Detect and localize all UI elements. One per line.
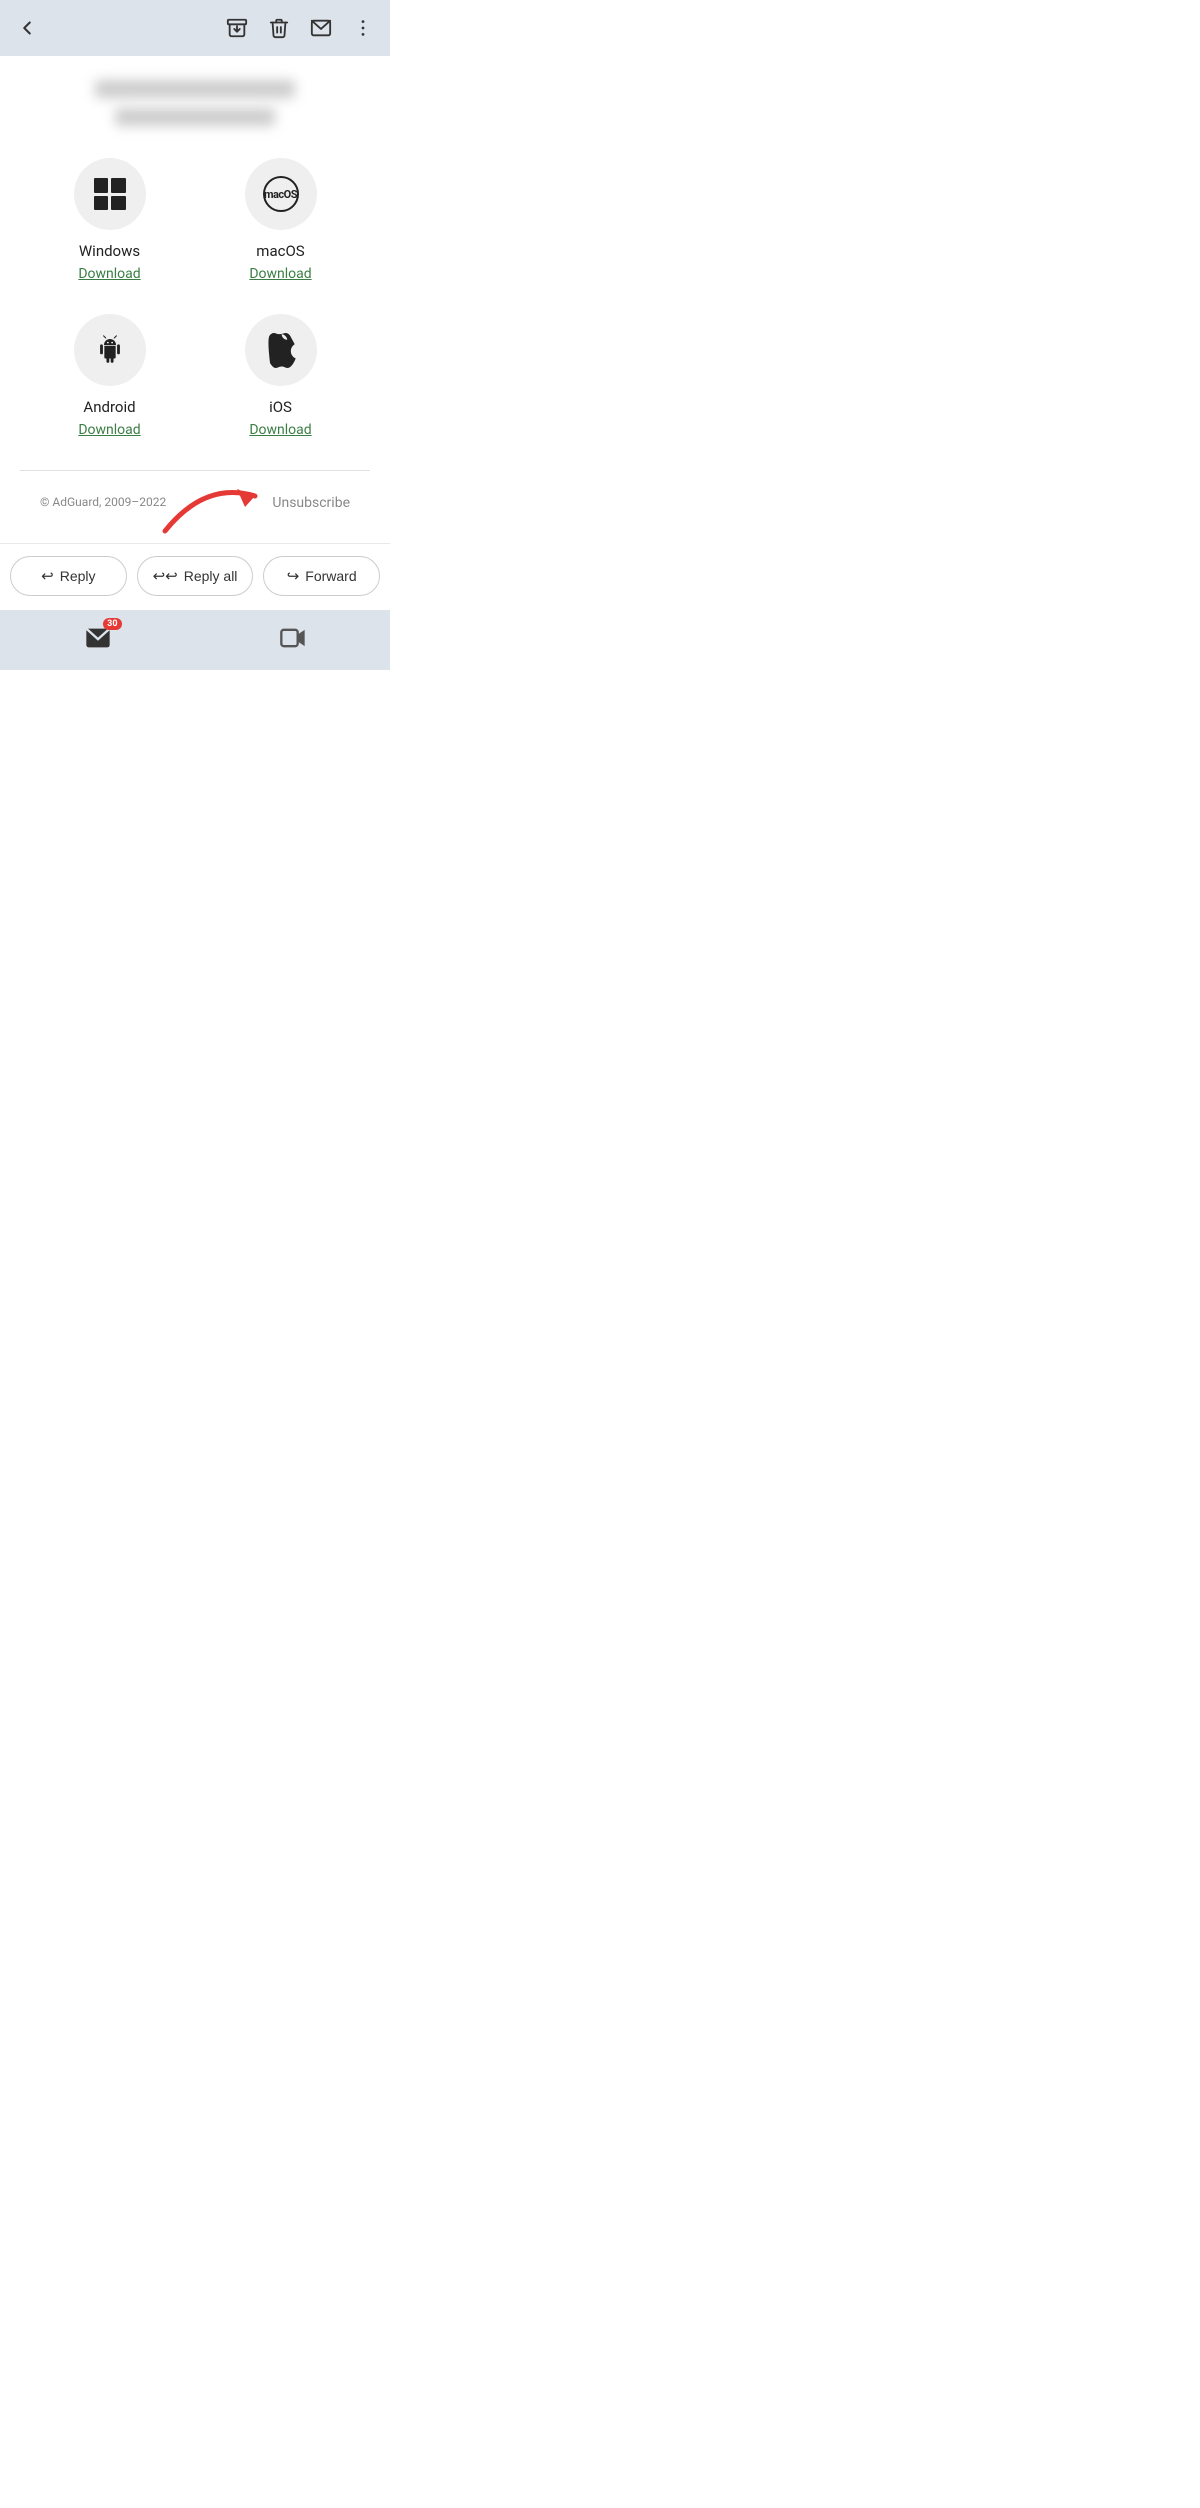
more-button[interactable]	[352, 17, 374, 39]
macos-label: macOS	[256, 242, 304, 260]
email-header-blurred	[20, 80, 370, 126]
delete-button[interactable]	[268, 17, 290, 39]
reply-all-label: Reply all	[184, 568, 238, 584]
windows-download-item: Windows Download	[36, 158, 183, 282]
mark-mail-button[interactable]	[310, 17, 332, 39]
blurred-subject	[115, 108, 275, 126]
reply-button[interactable]: ↩ Reply	[10, 556, 127, 596]
reply-label: Reply	[60, 568, 96, 584]
archive-button[interactable]	[226, 17, 248, 39]
action-buttons-bar: ↩ Reply ↩↩ Reply all ↪ Forward	[0, 543, 390, 610]
apple-icon	[266, 332, 296, 368]
macos-icon-circle: macOS	[245, 158, 317, 230]
macos-download-item: macOS macOS Download	[207, 158, 354, 282]
android-label: Android	[83, 398, 135, 416]
video-nav-icon	[279, 624, 307, 652]
forward-icon: ↪	[287, 567, 300, 585]
reply-all-icon: ↩↩	[153, 567, 178, 585]
macos-icon: macOS	[263, 176, 299, 212]
mail-badge: 30	[103, 618, 121, 630]
ios-label: iOS	[269, 398, 292, 416]
forward-button[interactable]: ↪ Forward	[263, 556, 380, 596]
bottom-nav: 30	[0, 610, 390, 670]
unsubscribe-link[interactable]: Unsubscribe	[272, 495, 350, 511]
android-download-item: Android Download	[36, 314, 183, 438]
android-icon	[93, 333, 127, 367]
reply-all-button[interactable]: ↩↩ Reply all	[137, 556, 254, 596]
bottom-nav-video[interactable]	[279, 624, 307, 652]
platform-grid: Windows Download macOS macOS Download	[20, 158, 370, 438]
ios-icon-circle	[245, 314, 317, 386]
forward-label: Forward	[305, 568, 356, 584]
android-download-link[interactable]: Download	[78, 422, 140, 438]
reply-icon: ↩	[41, 567, 54, 585]
copyright-text: © AdGuard, 2009–2022	[40, 495, 166, 509]
email-footer: © AdGuard, 2009–2022 Unsubscribe	[20, 470, 370, 527]
bottom-nav-mail[interactable]: 30	[84, 624, 112, 652]
windows-icon	[94, 178, 126, 210]
windows-download-link[interactable]: Download	[78, 266, 140, 282]
macos-download-link[interactable]: Download	[249, 266, 311, 282]
back-button[interactable]	[16, 17, 38, 39]
blurred-sender	[95, 80, 295, 98]
android-icon-circle	[74, 314, 146, 386]
top-bar	[0, 0, 390, 56]
arrow-annotation	[155, 461, 275, 541]
windows-label: Windows	[79, 242, 140, 260]
ios-download-item: iOS Download	[207, 314, 354, 438]
windows-icon-circle	[74, 158, 146, 230]
ios-download-link[interactable]: Download	[249, 422, 311, 438]
email-body: Windows Download macOS macOS Download	[0, 56, 390, 543]
mail-icon-wrap: 30	[84, 624, 112, 652]
